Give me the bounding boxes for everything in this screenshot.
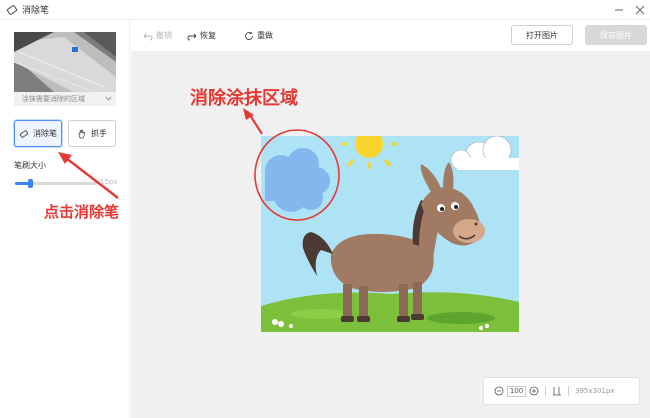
undo-label: 撤销	[156, 31, 172, 40]
grab-tool-button[interactable]: 抓手	[68, 120, 116, 147]
brush-size-slider[interactable]	[15, 179, 97, 188]
zoom-level-input[interactable]: 100	[507, 385, 526, 397]
annotation-click-eraser: 点击消除笔	[44, 203, 120, 221]
brush-size-value: 15px	[100, 178, 118, 186]
eraser-icon	[19, 129, 29, 138]
toolbar: 撤销 恢复 重做 打开图片 保存图片	[131, 21, 650, 51]
actual-size-icon[interactable]	[552, 386, 562, 396]
zoom-out-icon[interactable]	[494, 386, 504, 396]
minimize-button[interactable]	[611, 2, 627, 18]
example-thumbnail-image	[14, 32, 116, 92]
undo-button[interactable]: 撤销	[143, 30, 172, 41]
reset-label: 重做	[257, 31, 273, 40]
redo-button[interactable]: 恢复	[187, 30, 216, 41]
close-button[interactable]	[632, 2, 648, 18]
brush-size-label: 笔刷大小	[14, 161, 46, 170]
eraser-tool-label: 消除笔	[33, 129, 57, 138]
brush-size-handle[interactable]	[27, 179, 33, 188]
minimize-icon	[615, 9, 623, 11]
divider	[545, 386, 546, 396]
donkey-image[interactable]	[261, 136, 519, 332]
reset-button[interactable]: 重做	[244, 30, 273, 41]
undo-icon	[143, 33, 153, 40]
image-dimensions: 395x301px	[575, 387, 615, 395]
window-title: 消除笔	[22, 6, 50, 16]
hand-icon	[78, 129, 85, 138]
refresh-icon	[245, 31, 253, 40]
grab-tool-label: 抓手	[91, 129, 107, 138]
chevron-down-icon[interactable]	[105, 92, 112, 111]
divider	[568, 386, 569, 396]
save-image-button[interactable]: 保存图片	[585, 25, 647, 45]
thumbnail-caption: 涂抹需要消除的区域	[14, 92, 116, 106]
zoom-bar: 100 395x301px	[483, 377, 640, 405]
eraser-tool-button[interactable]: 消除笔	[14, 120, 62, 147]
example-thumbnail	[14, 32, 116, 92]
annotation-erase-area: 消除涂抹区域	[190, 88, 298, 109]
title-bar: 消除笔	[0, 0, 650, 20]
redo-icon	[187, 33, 197, 40]
zoom-in-icon[interactable]	[529, 386, 539, 396]
close-icon	[635, 5, 645, 15]
redo-label: 恢复	[200, 31, 216, 40]
open-image-button[interactable]: 打开图片	[511, 25, 573, 45]
thumbnail-caption-text: 涂抹需要消除的区域	[22, 95, 85, 103]
eraser-app-icon	[6, 5, 18, 15]
